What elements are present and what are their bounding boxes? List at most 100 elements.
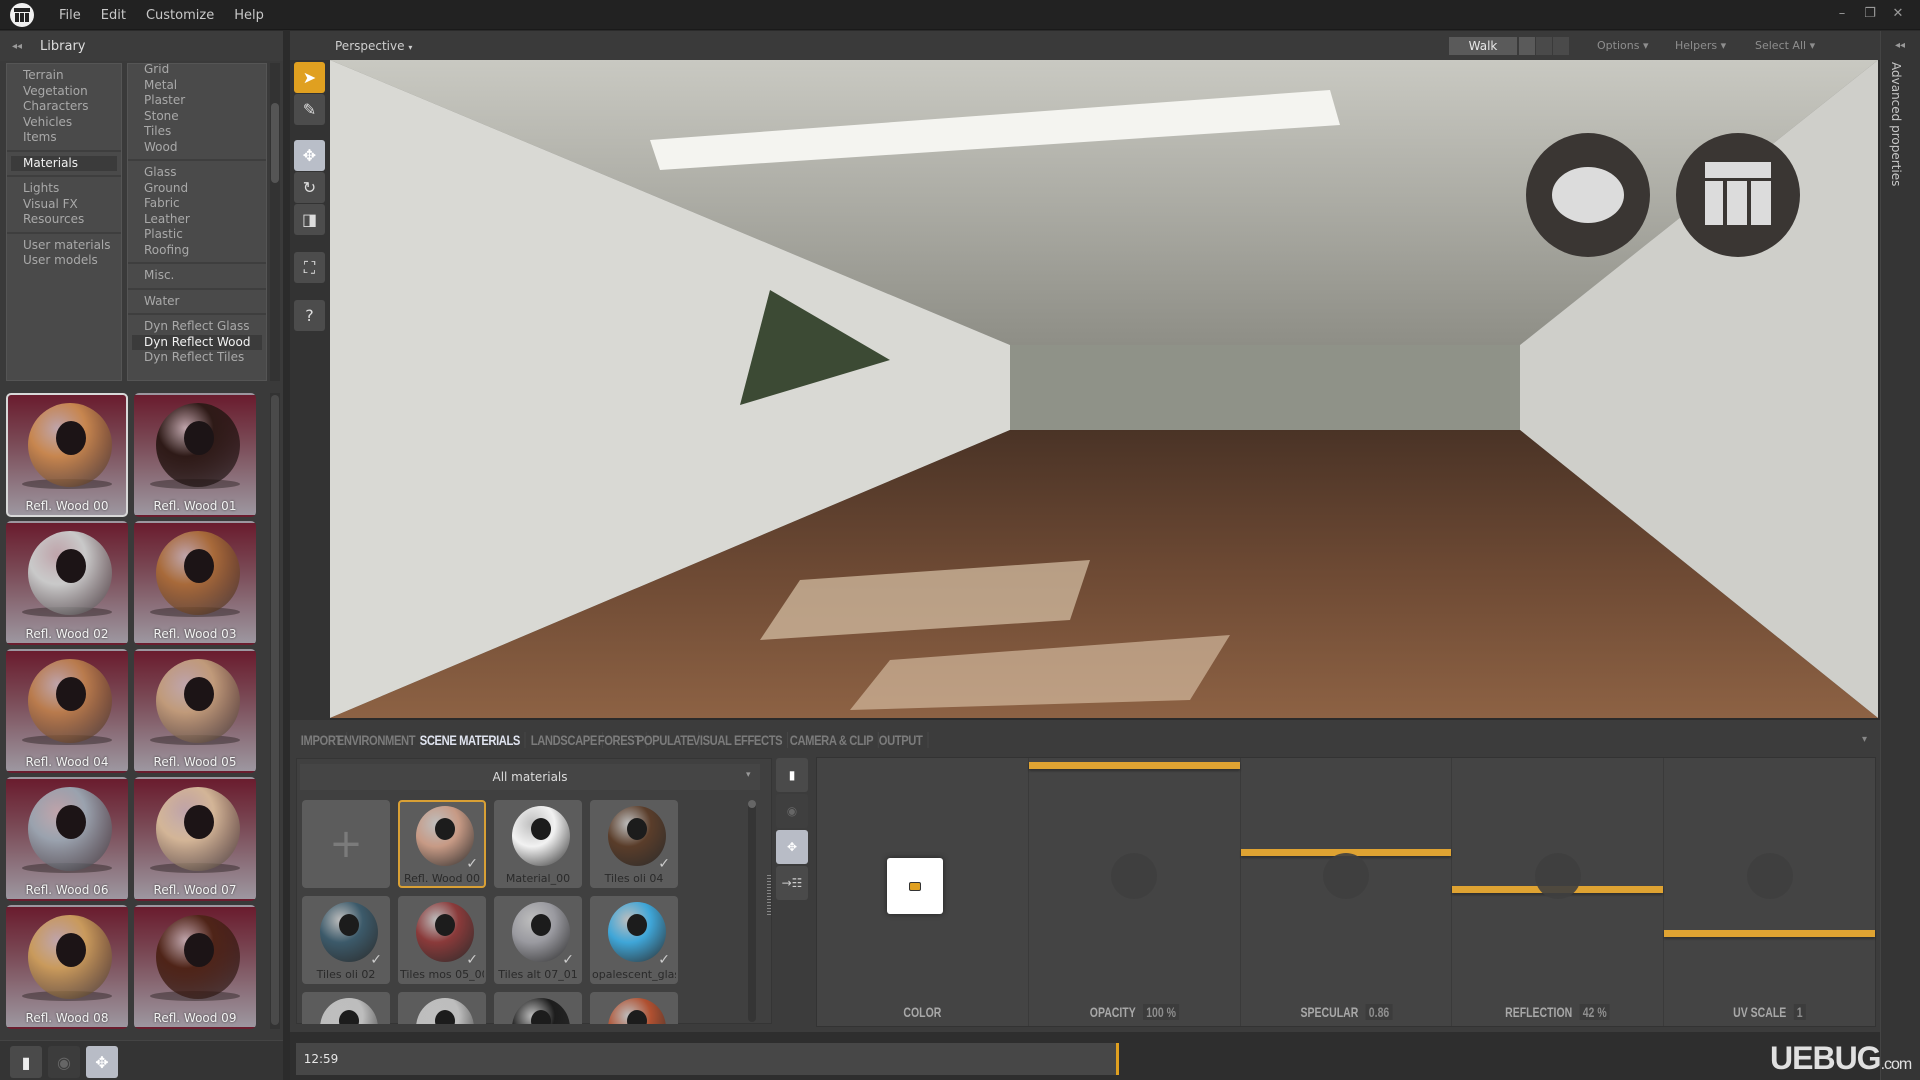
menu-help[interactable]: Help xyxy=(225,8,273,23)
menu-edit[interactable]: Edit xyxy=(92,8,135,23)
library-item-grid[interactable]: Grid xyxy=(128,64,266,78)
tab-visual-effects[interactable]: VISUAL EFFECTS xyxy=(688,732,789,748)
tab-camera-clip[interactable]: CAMERA & CLIP xyxy=(785,732,879,748)
tab-landscape[interactable]: LANDSCAPE xyxy=(526,732,603,748)
color-swatch[interactable] xyxy=(887,858,943,914)
help-button[interactable]: ? xyxy=(294,300,325,331)
library-item-items[interactable]: Items xyxy=(7,130,121,146)
thumbnail-scrollbar[interactable] xyxy=(270,393,280,1029)
material-thumbnail[interactable]: Refl. Wood 08 xyxy=(6,905,128,1029)
library-item-ground[interactable]: Ground xyxy=(128,181,266,197)
helpers-menu[interactable]: Helpers ▾ xyxy=(1675,39,1726,52)
3d-viewport[interactable] xyxy=(330,60,1878,718)
property-color[interactable]: COLOR xyxy=(817,758,1029,1026)
minimize-button[interactable]: – xyxy=(1828,0,1856,26)
scene-material-item[interactable]: ✓opalescent_glass xyxy=(590,896,678,984)
add-material-button[interactable]: + xyxy=(302,800,390,888)
library-item-visual-fx[interactable]: Visual FX xyxy=(7,197,121,213)
eye-tool-button[interactable]: ◉ xyxy=(48,1046,80,1078)
select-all-menu[interactable]: Select All ▾ xyxy=(1755,39,1815,52)
property-value[interactable]: 42 % xyxy=(1580,1004,1611,1020)
move-tool[interactable]: ✥ xyxy=(294,140,325,171)
view-mode-button[interactable] xyxy=(1553,37,1569,55)
library-item-wood[interactable]: Wood xyxy=(128,140,266,156)
property-slider-level[interactable] xyxy=(1664,929,1875,937)
library-item-vegetation[interactable]: Vegetation xyxy=(7,84,121,100)
library-item-water[interactable]: Water xyxy=(128,294,266,310)
library-item-metal[interactable]: Metal xyxy=(128,78,266,94)
library-item-plastic[interactable]: Plastic xyxy=(128,227,266,243)
uv-tool-button[interactable]: ✥ xyxy=(86,1046,118,1078)
menu-customize[interactable]: Customize xyxy=(137,8,223,23)
library-item-misc[interactable]: Misc. xyxy=(128,268,266,284)
scene-material-item[interactable]: ✓ Tiles oli 04 xyxy=(590,800,678,888)
material-thumbnail[interactable]: Refl. Wood 06 xyxy=(6,777,128,901)
property-specular[interactable]: SPECULAR 0.86 xyxy=(1240,758,1453,1026)
focus-tool[interactable]: ⛶ xyxy=(294,252,325,283)
tab-scene-materials[interactable]: SCENE MATERIALS xyxy=(415,732,527,748)
tab-environment[interactable]: ENVIRONMENT xyxy=(332,732,422,748)
list-view-button[interactable]: →☷ xyxy=(776,866,808,900)
property-uv-scale[interactable]: UV SCALE 1 xyxy=(1664,758,1875,1026)
scene-material-item[interactable] xyxy=(302,992,390,1024)
material-thumbnail[interactable]: Refl. Wood 01 xyxy=(134,393,256,517)
library-item-glass[interactable]: Glass xyxy=(128,165,266,181)
scene-material-item[interactable]: ✓ Tiles alt 07_01 xyxy=(494,896,582,984)
scene-material-item[interactable] xyxy=(398,992,486,1024)
view-mode-button[interactable] xyxy=(1536,37,1552,55)
library-item-dyn-reflect-wood[interactable]: Dyn Reflect Wood xyxy=(132,334,262,350)
property-value[interactable]: 1 xyxy=(1793,1004,1806,1020)
close-button[interactable]: ✕ xyxy=(1884,0,1912,26)
restore-button[interactable]: ❐ xyxy=(1856,0,1884,26)
library-item-user-materials[interactable]: User materials xyxy=(7,238,121,254)
scene-material-item[interactable]: ✓ Refl. Wood 00 xyxy=(398,800,486,888)
property-value[interactable]: 100 % xyxy=(1143,1004,1179,1020)
select-tool[interactable]: ➤ xyxy=(294,62,325,93)
library-item-materials[interactable]: Materials xyxy=(11,155,117,171)
scene-material-item[interactable]: ✓ Tiles oli 02 xyxy=(302,896,390,984)
property-reflection[interactable]: REFLECTION 42 % xyxy=(1452,758,1665,1026)
material-thumbnail[interactable]: Refl. Wood 05 xyxy=(134,649,256,773)
library-item-stone[interactable]: Stone xyxy=(128,109,266,125)
scene-material-item[interactable] xyxy=(494,992,582,1024)
library-item-roofing[interactable]: Roofing xyxy=(128,243,266,259)
tabs-menu-icon[interactable]: ▾ xyxy=(1862,734,1867,745)
time-display[interactable]: 12:59 xyxy=(296,1043,346,1075)
library-item-leather[interactable]: Leather xyxy=(128,212,266,228)
library-item-terrain[interactable]: Terrain xyxy=(7,68,121,84)
material-thumbnail[interactable]: Refl. Wood 00 xyxy=(6,393,128,517)
material-thumbnail[interactable]: Refl. Wood 03 xyxy=(134,521,256,645)
paint-tool-button[interactable]: ▮ xyxy=(10,1046,42,1078)
library-item-tiles[interactable]: Tiles xyxy=(128,124,266,140)
property-value[interactable]: 0.86 xyxy=(1365,1004,1392,1020)
library-item-vehicles[interactable]: Vehicles xyxy=(7,115,121,131)
scene-material-item[interactable]: ✓ Tiles mos 05_00 xyxy=(398,896,486,984)
rotate-tool[interactable]: ↻ xyxy=(294,172,325,203)
eye-tool-button[interactable]: ◉ xyxy=(776,794,808,828)
material-thumbnail[interactable]: Refl. Wood 07 xyxy=(134,777,256,901)
library-item-characters[interactable]: Characters xyxy=(7,99,121,115)
library-item-dyn-reflect-glass[interactable]: Dyn Reflect Glass xyxy=(128,319,266,335)
library-item-plaster[interactable]: Plaster xyxy=(128,93,266,109)
options-menu[interactable]: Options ▾ xyxy=(1597,39,1648,52)
advanced-properties-label[interactable]: Advanced properties xyxy=(1889,62,1903,186)
property-opacity[interactable]: OPACITY 100 % xyxy=(1028,758,1241,1026)
camera-dropdown[interactable]: Perspective ▾ xyxy=(335,39,412,53)
material-thumbnail[interactable]: Refl. Wood 09 xyxy=(134,905,256,1029)
view-mode-button[interactable] xyxy=(1519,37,1535,55)
scene-material-item[interactable] xyxy=(590,992,678,1024)
panel-splitter-handle[interactable] xyxy=(767,875,771,915)
walk-button[interactable]: Walk xyxy=(1449,37,1517,55)
material-filter-dropdown[interactable]: All materials xyxy=(300,764,760,790)
collapse-left-icon[interactable]: ◂◂ xyxy=(12,41,22,52)
library-item-user-models[interactable]: User models xyxy=(7,253,121,269)
material-thumbnail[interactable]: Refl. Wood 02 xyxy=(6,521,128,645)
scene-material-item[interactable]: Material_00 xyxy=(494,800,582,888)
timeline-track[interactable] xyxy=(346,1043,1118,1075)
library-item-dyn-reflect-tiles[interactable]: Dyn Reflect Tiles xyxy=(128,350,266,366)
collapse-right-icon[interactable]: ◂◂ xyxy=(1895,40,1905,51)
uv-tool-button[interactable]: ✥ xyxy=(776,830,808,864)
library-item-lights[interactable]: Lights xyxy=(7,181,121,197)
eyedropper-tool[interactable]: ✎ xyxy=(294,94,325,125)
library-item-fabric[interactable]: Fabric xyxy=(128,196,266,212)
